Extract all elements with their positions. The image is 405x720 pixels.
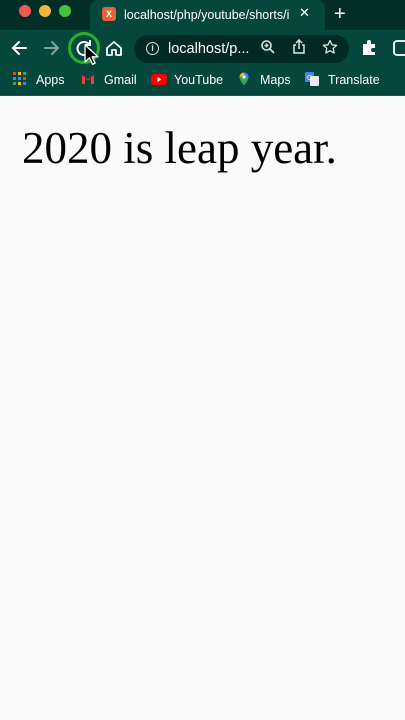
share-icon[interactable] bbox=[291, 38, 307, 61]
tab-title: localhost/php/youtube/shorts/i bbox=[124, 8, 290, 22]
active-tab[interactable]: X localhost/php/youtube/shorts/i ✕ bbox=[90, 0, 325, 30]
bookmark-label: Translate bbox=[328, 73, 380, 87]
bookmark-gmail[interactable]: Gmail bbox=[81, 71, 141, 89]
bookmark-label: YouTube bbox=[174, 73, 224, 87]
browser-chrome: X localhost/php/youtube/shorts/i ✕ + i l… bbox=[0, 0, 405, 96]
window-maximize-button[interactable] bbox=[59, 5, 71, 17]
site-info-icon[interactable]: i bbox=[146, 42, 159, 55]
window-close-button[interactable] bbox=[19, 5, 31, 17]
maps-icon bbox=[239, 72, 249, 86]
bookmark-star-icon[interactable] bbox=[322, 39, 338, 61]
bookmark-maps[interactable]: Maps bbox=[237, 71, 292, 89]
profile-icon[interactable] bbox=[391, 37, 405, 59]
bookmark-youtube[interactable]: YouTube bbox=[151, 71, 226, 89]
svg-text:G: G bbox=[307, 75, 312, 82]
forward-icon[interactable] bbox=[40, 37, 62, 59]
bookmark-label: Apps bbox=[36, 73, 65, 87]
back-icon[interactable] bbox=[9, 37, 31, 59]
zoom-icon[interactable] bbox=[260, 39, 276, 61]
mouse-cursor-icon bbox=[84, 44, 99, 65]
page-heading: 2020 is leap year. bbox=[22, 123, 337, 173]
address-url[interactable]: localhost/p... bbox=[168, 40, 252, 58]
home-icon[interactable] bbox=[103, 37, 125, 59]
bookmark-translate[interactable]: G Translate bbox=[305, 71, 385, 89]
gmail-icon bbox=[81, 74, 95, 84]
translate-icon: G bbox=[305, 72, 319, 86]
apps-grid-icon bbox=[13, 72, 26, 85]
xampp-favicon-icon: X bbox=[102, 7, 116, 21]
bookmark-label: Gmail bbox=[104, 73, 137, 87]
bookmark-label: Maps bbox=[260, 73, 291, 87]
extensions-icon[interactable] bbox=[359, 37, 381, 59]
window-minimize-button[interactable] bbox=[39, 5, 51, 17]
bookmark-apps[interactable]: Apps bbox=[13, 71, 73, 89]
close-tab-icon[interactable]: ✕ bbox=[299, 5, 310, 21]
page-content: 2020 is leap year. bbox=[0, 96, 405, 720]
new-tab-icon[interactable]: + bbox=[334, 2, 346, 26]
address-bar[interactable]: i localhost/p... bbox=[134, 35, 349, 63]
youtube-icon bbox=[151, 74, 167, 85]
tab-strip: X localhost/php/youtube/shorts/i ✕ + bbox=[0, 0, 405, 30]
bookmarks-bar: Apps Gmail YouTube Maps G Translate bbox=[0, 68, 405, 92]
